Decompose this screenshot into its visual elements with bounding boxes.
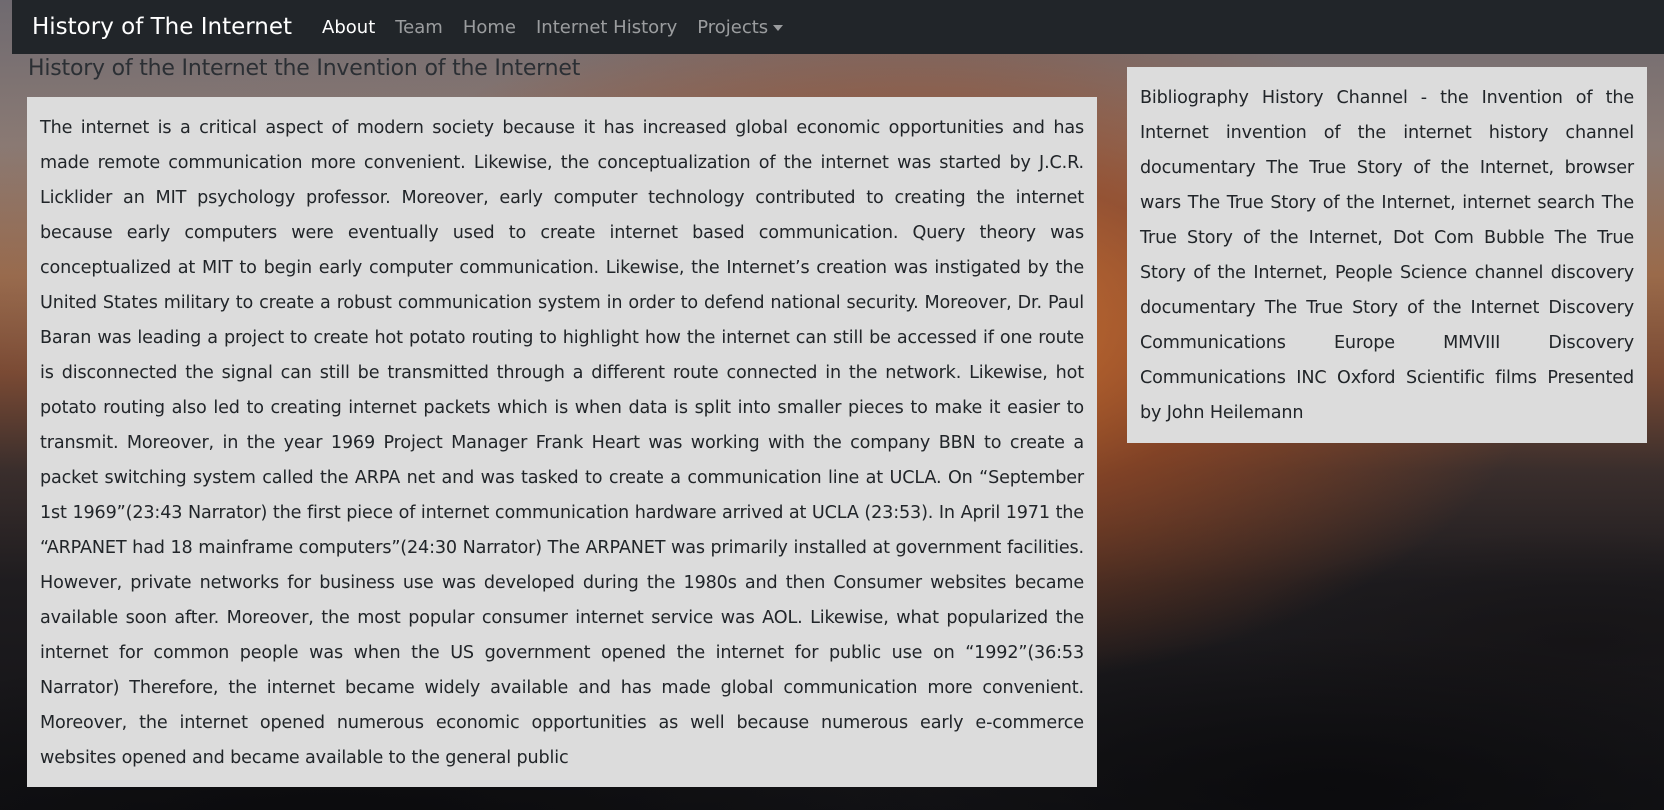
nav-link-team[interactable]: Team: [385, 17, 453, 38]
main-content-box: The internet is a critical aspect of mod…: [27, 97, 1097, 787]
top-navbar: History of The Internet About Team Home …: [12, 0, 1664, 54]
nav-link-internet-history[interactable]: Internet History: [526, 17, 687, 38]
main-body-text: The internet is a critical aspect of mod…: [40, 118, 1084, 768]
nav-link-home[interactable]: Home: [453, 17, 526, 38]
chevron-down-icon: [773, 24, 784, 31]
nav-link-about[interactable]: About: [312, 17, 385, 38]
bibliography-text: Bibliography History Channel - the Inven…: [1140, 88, 1634, 423]
nav-dropdown-projects[interactable]: Projects: [687, 17, 793, 38]
nav-dropdown-projects-label: Projects: [697, 16, 769, 38]
navbar-brand[interactable]: History of The Internet: [32, 14, 292, 40]
bibliography-box: Bibliography History Channel - the Inven…: [1127, 67, 1647, 443]
page-title: History of the Internet the Invention of…: [28, 56, 581, 81]
